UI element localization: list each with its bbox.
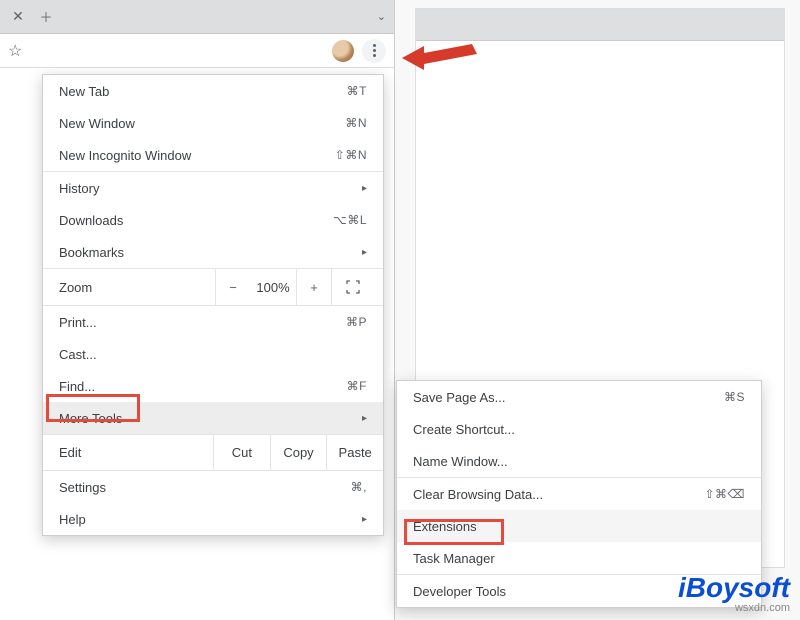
menu-item-help[interactable]: Help ▸	[43, 503, 383, 535]
chevron-right-icon: ▸	[362, 247, 367, 258]
menu-label: Settings	[59, 480, 351, 495]
menu-item-new-window[interactable]: New Window ⌘N	[43, 107, 383, 139]
menu-item-settings[interactable]: Settings ⌘,	[43, 471, 383, 503]
menu-label: Create Shortcut...	[413, 422, 745, 437]
submenu-item-task-manager[interactable]: Task Manager	[397, 542, 761, 574]
brand-logo: iBoysoft	[678, 572, 790, 604]
menu-item-edit: Edit Cut Copy Paste	[43, 434, 383, 470]
close-icon: ✕	[12, 8, 24, 25]
menu-item-bookmarks[interactable]: Bookmarks ▸	[43, 236, 383, 268]
menu-item-downloads[interactable]: Downloads ⌥⌘L	[43, 204, 383, 236]
menu-label: Print...	[59, 315, 346, 330]
chrome-main-menu: New Tab ⌘T New Window ⌘N New Incognito W…	[42, 74, 384, 536]
menu-label: Bookmarks	[59, 245, 354, 260]
zoom-in-button[interactable]: +	[296, 269, 331, 305]
submenu-item-name-window[interactable]: Name Window...	[397, 445, 761, 477]
menu-label: New Tab	[59, 84, 347, 99]
shortcut: ⇧⌘N	[335, 148, 367, 162]
menu-label: Zoom	[43, 280, 215, 295]
menu-item-zoom: Zoom − 100% +	[43, 269, 383, 305]
edit-copy-button[interactable]: Copy	[270, 435, 327, 470]
tab-close-button[interactable]: ✕	[4, 5, 32, 29]
menu-label: Edit	[43, 445, 213, 460]
chevron-right-icon: ▸	[362, 514, 367, 525]
plus-icon: ＋	[39, 7, 52, 26]
shortcut: ⌘F	[347, 379, 367, 393]
menu-label: Name Window...	[413, 454, 745, 469]
chevron-right-icon: ▸	[362, 183, 367, 194]
menu-label: Extensions	[413, 519, 745, 534]
submenu-item-extensions[interactable]: Extensions	[397, 510, 761, 542]
shortcut: ⌘S	[724, 390, 745, 404]
menu-item-find[interactable]: Find... ⌘F	[43, 370, 383, 402]
new-tab-button[interactable]: ＋	[32, 5, 60, 29]
shortcut: ⌘N	[345, 116, 367, 130]
shortcut: ⌘P	[346, 315, 367, 329]
zoom-level: 100%	[250, 280, 296, 295]
shortcut: ⇧⌘⌫	[704, 487, 745, 501]
menu-label: Save Page As...	[413, 390, 724, 405]
menu-item-print[interactable]: Print... ⌘P	[43, 306, 383, 338]
kebab-menu-button[interactable]	[362, 39, 386, 63]
zoom-out-button[interactable]: −	[215, 269, 250, 305]
menu-item-cast[interactable]: Cast...	[43, 338, 383, 370]
menu-label: Help	[59, 512, 354, 527]
watermark: iBoysoft wsxdn.com	[678, 572, 790, 614]
edit-cut-button[interactable]: Cut	[213, 435, 270, 470]
tab-strip: ✕ ＋ ⌄	[0, 0, 394, 34]
menu-label: Task Manager	[413, 551, 745, 566]
menu-label: Cast...	[59, 347, 367, 362]
menu-label: Downloads	[59, 213, 333, 228]
profile-avatar[interactable]	[332, 40, 354, 62]
menu-label: New Incognito Window	[59, 148, 335, 163]
bookmark-star-icon[interactable]: ☆	[8, 41, 22, 61]
menu-item-more-tools[interactable]: More Tools ▸	[43, 402, 383, 434]
submenu-item-clear-browsing-data[interactable]: Clear Browsing Data... ⇧⌘⌫	[397, 478, 761, 510]
menu-label: History	[59, 181, 354, 196]
menu-label: New Window	[59, 116, 345, 131]
toolbar: ☆	[0, 34, 394, 68]
shortcut: ⌘T	[347, 84, 367, 98]
chevron-right-icon: ▸	[362, 413, 367, 424]
fullscreen-button[interactable]	[331, 269, 373, 305]
menu-label: More Tools	[59, 411, 354, 426]
tab-strip	[416, 9, 784, 41]
submenu-item-save-page[interactable]: Save Page As... ⌘S	[397, 381, 761, 413]
shortcut: ⌥⌘L	[333, 213, 367, 227]
menu-label: Find...	[59, 379, 347, 394]
tab-dropdown-button[interactable]: ⌄	[377, 10, 386, 23]
edit-paste-button[interactable]: Paste	[326, 435, 383, 470]
menu-item-new-incognito[interactable]: New Incognito Window ⇧⌘N	[43, 139, 383, 171]
shortcut: ⌘,	[351, 480, 367, 494]
menu-item-history[interactable]: History ▸	[43, 172, 383, 204]
submenu-item-create-shortcut[interactable]: Create Shortcut...	[397, 413, 761, 445]
fullscreen-icon	[346, 280, 360, 294]
menu-label: Clear Browsing Data...	[413, 487, 704, 502]
menu-item-new-tab[interactable]: New Tab ⌘T	[43, 75, 383, 107]
